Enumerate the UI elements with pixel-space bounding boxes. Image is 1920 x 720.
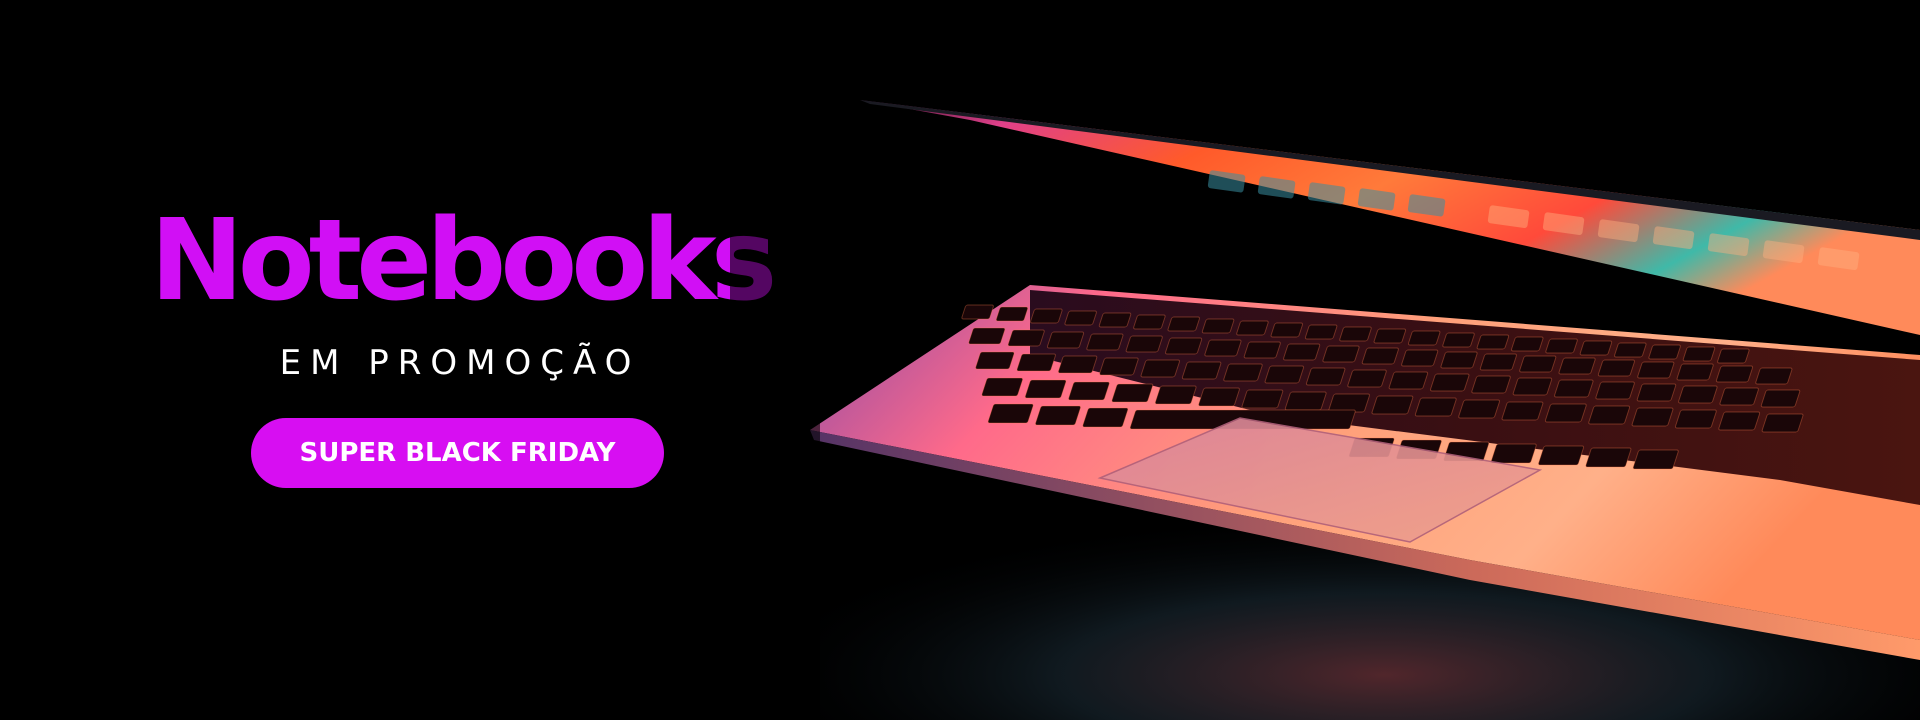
promo-banner[interactable]: Notebooks EM PROMOÇÃO SUPER BLACK FRIDAY bbox=[0, 0, 1920, 720]
subheadline: EM PROMOÇÃO bbox=[279, 343, 641, 383]
laptop-photo bbox=[730, 0, 1920, 720]
black-friday-button[interactable]: SUPER BLACK FRIDAY bbox=[251, 418, 664, 488]
headline: Notebooks bbox=[150, 196, 777, 326]
